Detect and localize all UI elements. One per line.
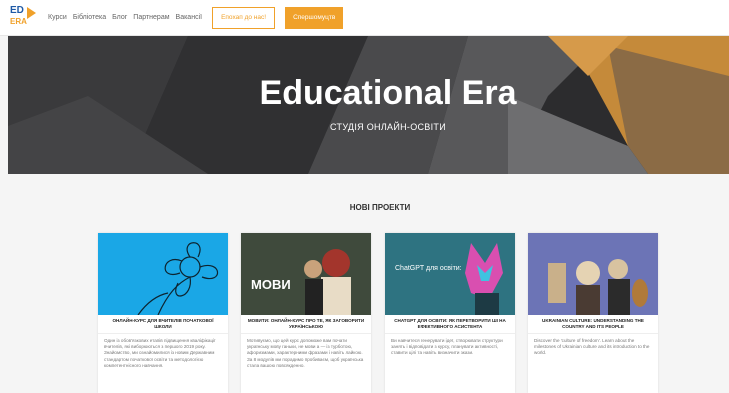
project-card[interactable]: UKRAINIAN CULTURE: UNDERSTANDING THE COU… bbox=[528, 233, 658, 393]
card-title: МОВИТИ: ОНЛАЙН-КУРС ПРО ТЕ, ЯК ЗАГОВОРИТ… bbox=[247, 318, 365, 329]
culture-collage-icon bbox=[548, 259, 648, 315]
project-card[interactable]: МОВИ МОВИТИ: ОНЛАЙН-КУРС ПРО ТЕ, ЯК ЗАГО… bbox=[241, 233, 371, 393]
card-thumbnail: МОВИ bbox=[241, 233, 371, 315]
register-button[interactable]: Спершомуцтв bbox=[285, 6, 344, 29]
card-thumbnail bbox=[528, 233, 658, 315]
top-navigation-bar: ED ERA Курси Бібліотека Блог Партнерам В… bbox=[0, 0, 729, 36]
card-title: ОНЛАЙН-КУРС ДЛЯ ВЧИТЕЛІВ ПОЧАТКОВОЇ ШКОЛ… bbox=[112, 318, 214, 329]
thumbnail-logo-text: МОВИ bbox=[251, 277, 291, 292]
logo-text-top: ED bbox=[10, 4, 24, 16]
card-thumbnail bbox=[98, 233, 228, 315]
thumbnail-heading: ChatGPT для освіти: bbox=[395, 265, 462, 272]
nav-item-vacancies[interactable]: Вакансії bbox=[176, 14, 203, 21]
card-title: CHATGPT ДЛЯ ОСВІТИ: ЯК ПЕРЕТВОРИТИ ШІ НА… bbox=[394, 318, 506, 329]
card-thumbnail: ChatGPT для освіти: bbox=[385, 233, 515, 315]
card-description: Мотивуємо, що цей курс допоможе вам поча… bbox=[247, 338, 364, 368]
hero-title: Educational Era bbox=[259, 74, 517, 112]
card-description: Ви навчитеся генерувати ідеї, створювати… bbox=[391, 338, 503, 356]
nav-item-courses[interactable]: Курси bbox=[48, 14, 67, 21]
hero-subtitle: СТУДІЯ ОНЛАЙН-ОСВІТИ bbox=[330, 122, 446, 132]
logo-arrow-icon bbox=[27, 6, 36, 19]
logo-text-bottom: ERA bbox=[10, 16, 27, 26]
hero-banner: Educational Era СТУДІЯ ОНЛАЙН-ОСВІТИ bbox=[8, 36, 729, 174]
logo[interactable]: ED ERA bbox=[10, 5, 40, 31]
nav-item-blog[interactable]: Блог bbox=[112, 14, 127, 21]
project-card[interactable]: ChatGPT для освіти: CHATGPT ДЛЯ ОСВІТИ: … bbox=[385, 233, 515, 393]
join-button[interactable]: Епохап до нас! bbox=[212, 6, 276, 29]
nav-item-partners[interactable]: Партнерам bbox=[133, 14, 169, 21]
main-nav: Курси Бібліотека Блог Партнерам Вакансії bbox=[48, 14, 202, 21]
nav-item-library[interactable]: Бібліотека bbox=[73, 14, 106, 21]
card-title: UKRAINIAN CULTURE: UNDERSTANDING THE COU… bbox=[542, 318, 644, 329]
card-description: Discover the 'culture of freedom'. Learn… bbox=[534, 338, 650, 356]
card-description: Один із обов'язкових етапів підвищення к… bbox=[104, 338, 216, 368]
illustration-icon bbox=[304, 249, 351, 315]
project-card[interactable]: ОНЛАЙН-КУРС ДЛЯ ВЧИТЕЛІВ ПОЧАТКОВОЇ ШКОЛ… bbox=[98, 233, 228, 393]
section-title: НОВІ ПРОЕКТИ bbox=[349, 203, 411, 212]
cat-illustration-icon bbox=[465, 243, 503, 315]
flower-sketch-icon bbox=[137, 242, 219, 315]
